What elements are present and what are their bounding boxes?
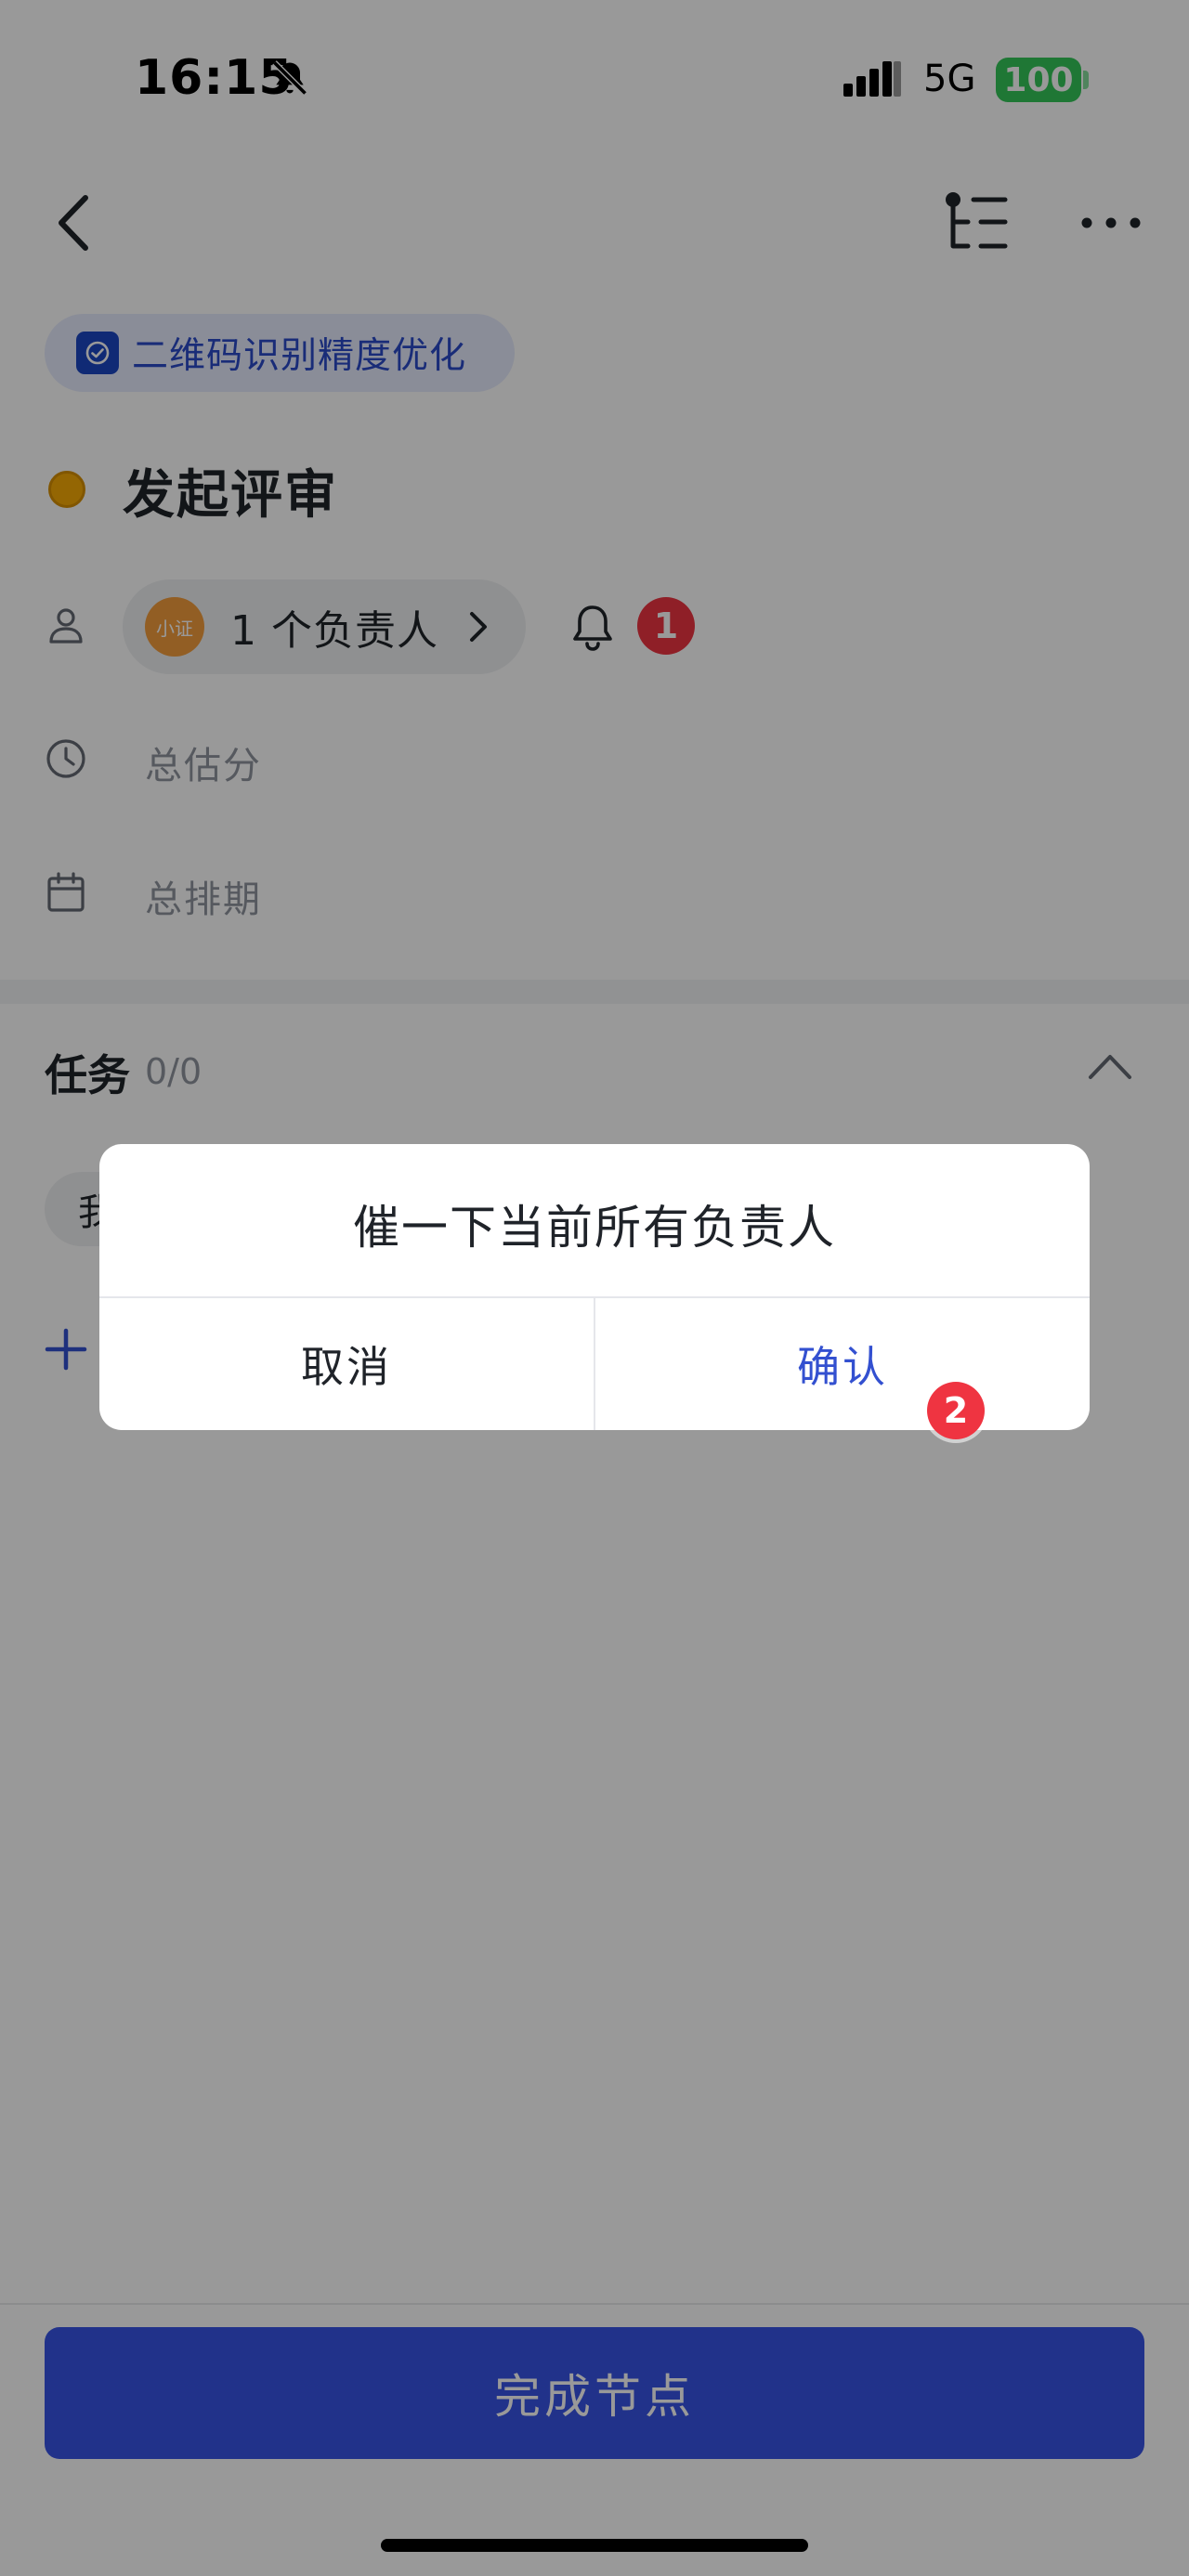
dialog-message: 催一下当前所有负责人 bbox=[353, 1201, 836, 1255]
home-indicator[interactable] bbox=[381, 2539, 808, 2552]
cancel-button[interactable]: 取消 bbox=[99, 1298, 594, 1430]
confirm-button[interactable]: 确认 bbox=[595, 1298, 1090, 1430]
step-marker-2: 2 bbox=[927, 1382, 985, 1439]
